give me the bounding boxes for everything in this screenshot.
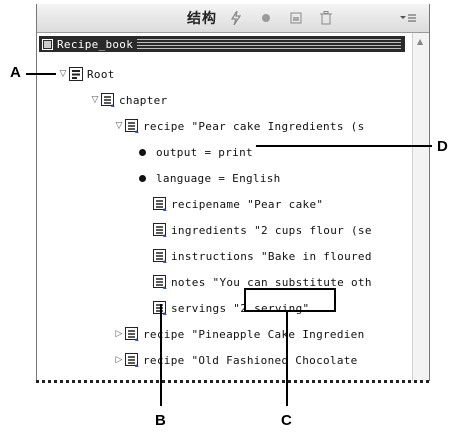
tree-row-ingredients[interactable]: ingredients "2 cups flour (se — [153, 220, 372, 240]
callout-d-line — [256, 145, 432, 147]
tree-row-recipe-chocolate[interactable]: ▷ recipe "Old Fashioned Chocolate — [113, 350, 358, 370]
checkbox-icon[interactable] — [42, 38, 53, 50]
expand-right-icon[interactable]: ▷ — [113, 329, 125, 339]
tree-row-attr-language[interactable]: language = English — [137, 168, 281, 188]
book-label: Recipe_book — [57, 37, 134, 51]
expand-right-icon[interactable]: ▷ — [113, 355, 125, 365]
row-label: Root — [87, 67, 115, 81]
row-stripes — [137, 39, 401, 49]
callout-a-line — [26, 73, 56, 75]
callout-d: D — [437, 138, 448, 155]
row-label: chapter — [119, 93, 168, 107]
row-label: recipename "Pear cake" — [171, 197, 324, 211]
row-label: instructions "Bake in floured — [171, 249, 372, 263]
row-label: recipe "Pear cake Ingredients (s — [143, 119, 365, 133]
structure-tree: Recipe_book ▽ Root ▽ chapter ▽ recipe "P — [37, 34, 412, 374]
element-icon — [125, 119, 139, 133]
vertical-scrollbar[interactable]: ▲ — [412, 33, 429, 381]
root-element-icon — [69, 67, 83, 81]
panel-title: 结构 — [187, 11, 217, 27]
row-label: notes "You can substitute oth — [171, 275, 372, 289]
scroll-up-arrow-icon[interactable]: ▲ — [417, 37, 423, 46]
tree-row-instructions[interactable]: instructions "Bake in floured — [153, 246, 372, 266]
panel-header: 结构 — [37, 4, 429, 33]
structure-panel: 结构 Recipe_book ▽ Root ▽ chapter ▽ recipe… — [36, 4, 430, 381]
row-label: language = English — [156, 171, 281, 185]
callout-c: C — [281, 412, 292, 429]
tree-row-attr-output[interactable]: output = print — [137, 142, 253, 162]
tree-row-chapter[interactable]: ▽ chapter — [89, 90, 167, 110]
element-icon — [153, 275, 167, 289]
row-label: ingredients "2 cups flour (se — [171, 223, 372, 237]
element-icon — [153, 223, 167, 237]
lightning-icon[interactable] — [227, 9, 245, 27]
element-icon — [153, 197, 167, 211]
tree-row-recipe-pear[interactable]: ▽ recipe "Pear cake Ingredients (s — [113, 116, 365, 136]
tree-row-recipe-pineapple[interactable]: ▷ recipe "Pineapple Cake Ingredien — [113, 324, 365, 344]
element-icon — [153, 249, 167, 263]
row-label: output = print — [156, 145, 253, 159]
tree-row-recipename[interactable]: recipename "Pear cake" — [153, 194, 323, 214]
callout-c-highlight-box — [244, 288, 336, 312]
callout-a: A — [10, 64, 21, 81]
element-icon — [125, 327, 139, 341]
panel-dotted-bottom-edge — [36, 380, 429, 383]
element-icon — [125, 353, 139, 367]
tree-root-book[interactable]: Recipe_book — [39, 36, 405, 52]
callout-c-line — [286, 310, 288, 406]
attribute-bullet-icon — [139, 174, 146, 182]
panel-menu-icon[interactable] — [399, 9, 417, 27]
dot-icon[interactable] — [257, 9, 275, 27]
callout-b-line — [160, 304, 162, 406]
callout-b: B — [155, 412, 166, 429]
tree-row-root[interactable]: ▽ Root — [57, 64, 115, 84]
expand-down-icon[interactable]: ▽ — [89, 95, 101, 105]
attribute-bullet-icon — [139, 148, 146, 156]
expand-down-icon[interactable]: ▽ — [113, 121, 125, 131]
trash-icon[interactable] — [317, 9, 335, 27]
element-icon — [101, 93, 115, 107]
new-element-icon[interactable] — [287, 9, 305, 27]
row-label: recipe "Pineapple Cake Ingredien — [143, 327, 365, 341]
expand-down-icon[interactable]: ▽ — [57, 69, 69, 79]
row-label: recipe "Old Fashioned Chocolate — [143, 353, 358, 367]
